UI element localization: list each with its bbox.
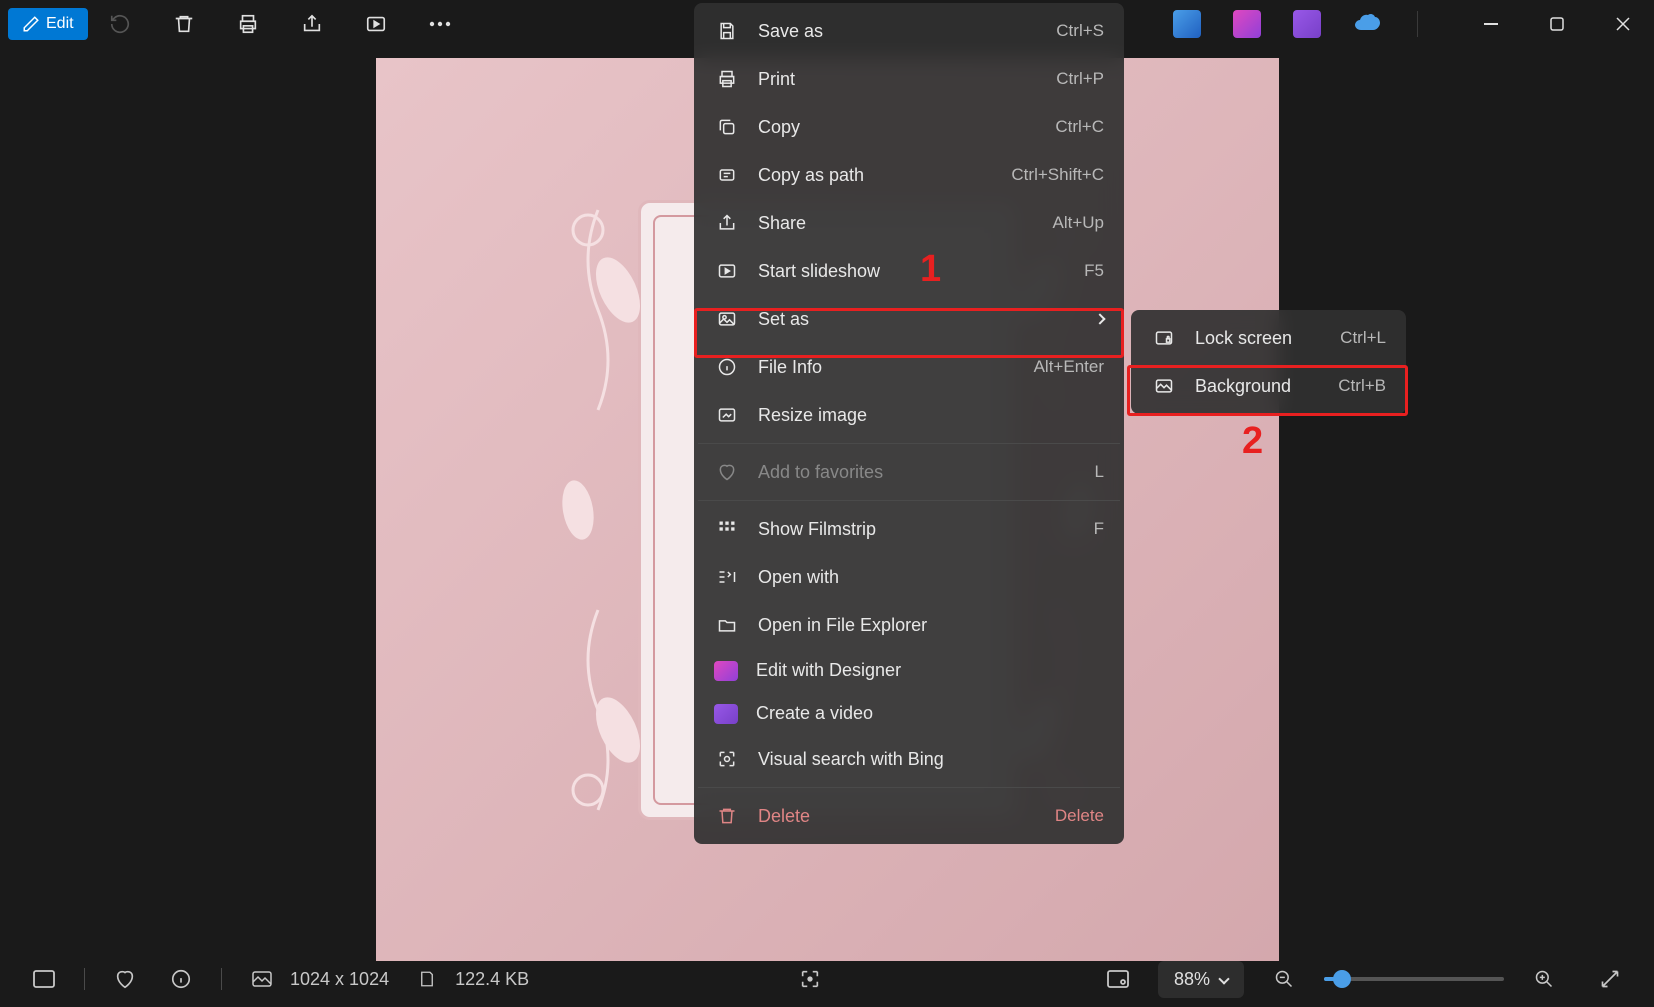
ellipsis-icon (429, 21, 451, 27)
menu-filmstrip[interactable]: Show Filmstrip F (698, 505, 1120, 553)
menu-share[interactable]: Share Alt+Up (698, 199, 1120, 247)
zoom-select[interactable]: 88% (1158, 961, 1244, 998)
chevron-right-icon (1094, 313, 1105, 324)
dimensions-text: 1024 x 1024 (290, 969, 389, 990)
rotate-button[interactable] (100, 4, 140, 44)
dimensions-icon (244, 961, 280, 997)
context-menu: Save as Ctrl+S Print Ctrl+P Copy Ctrl+C … (694, 3, 1124, 844)
menu-create-video[interactable]: Create a video (698, 692, 1120, 735)
onedrive-icon[interactable] (1353, 12, 1381, 37)
play-icon (365, 13, 387, 35)
divider (84, 968, 85, 990)
filesize-icon (409, 961, 445, 997)
rotate-icon (109, 13, 131, 35)
zoom-thumb[interactable] (1333, 970, 1351, 988)
share-toolbar-button[interactable] (292, 4, 332, 44)
zoom-slider[interactable] (1324, 977, 1504, 981)
edit-label: Edit (46, 15, 74, 33)
statusbar: 1024 x 1024 122.4 KB 88% (0, 951, 1654, 1007)
menu-favorites[interactable]: Add to favorites L (698, 448, 1120, 496)
print-toolbar-button[interactable] (228, 4, 268, 44)
maximize-icon (1550, 17, 1564, 31)
menu-print[interactable]: Print Ctrl+P (698, 55, 1120, 103)
filesize-text: 122.4 KB (455, 969, 529, 990)
menu-divider (698, 500, 1120, 501)
slideshow-toolbar-button[interactable] (356, 4, 396, 44)
edit-button[interactable]: Edit (8, 8, 88, 40)
submenu-background[interactable]: Background Ctrl+B (1135, 362, 1402, 410)
zoom-in-button[interactable] (1526, 961, 1562, 997)
resize-icon (714, 402, 740, 428)
designer-app-icon[interactable] (1233, 10, 1261, 38)
edit-icon (22, 15, 40, 33)
chevron-down-icon (1218, 973, 1229, 984)
photos-app-icon[interactable] (1173, 10, 1201, 38)
menu-open-with[interactable]: Open with (698, 553, 1120, 601)
maximize-button[interactable] (1534, 4, 1580, 44)
menu-divider (698, 787, 1120, 788)
clipchamp-app-icon[interactable] (1293, 10, 1321, 38)
menu-edit-designer[interactable]: Edit with Designer (698, 649, 1120, 692)
lock-icon (1151, 325, 1177, 351)
menu-visual-search[interactable]: Visual search with Bing (698, 735, 1120, 783)
copy-icon (714, 114, 740, 140)
delete-toolbar-button[interactable] (164, 4, 204, 44)
print-icon (714, 66, 740, 92)
menu-file-info[interactable]: File Info Alt+Enter (698, 343, 1120, 391)
save-icon (714, 18, 740, 44)
menu-open-explorer[interactable]: Open in File Explorer (698, 601, 1120, 649)
menu-divider (698, 443, 1120, 444)
menu-delete[interactable]: Delete Delete (698, 792, 1120, 840)
set-as-icon (714, 306, 740, 332)
printer-icon (237, 13, 259, 35)
filmstrip-icon (714, 516, 740, 542)
minimize-button[interactable] (1468, 4, 1514, 44)
menu-copy[interactable]: Copy Ctrl+C (698, 103, 1120, 151)
close-icon (1616, 17, 1630, 31)
share-icon (301, 13, 323, 35)
background-icon (1151, 373, 1177, 399)
menu-resize[interactable]: Resize image (698, 391, 1120, 439)
favorite-status-button[interactable] (107, 961, 143, 997)
film-status-button[interactable] (26, 961, 62, 997)
zoom-out-button[interactable] (1266, 961, 1302, 997)
minimize-icon (1484, 23, 1498, 25)
menu-slideshow[interactable]: Start slideshow F5 (698, 247, 1120, 295)
info-status-button[interactable] (163, 961, 199, 997)
menu-save-as[interactable]: Save as Ctrl+S (698, 7, 1120, 55)
open-with-icon (714, 564, 740, 590)
copy-path-icon (714, 162, 740, 188)
trash-icon (173, 13, 195, 35)
more-button[interactable] (420, 4, 460, 44)
fit-button[interactable] (1100, 961, 1136, 997)
visual-search-icon (714, 746, 740, 772)
folder-icon (714, 612, 740, 638)
slideshow-icon (714, 258, 740, 284)
trash-menu-icon (714, 803, 740, 829)
zoom-value: 88% (1174, 969, 1210, 990)
share-menu-icon (714, 210, 740, 236)
heart-icon (714, 459, 740, 485)
set-as-submenu: Lock screen Ctrl+L Background Ctrl+B (1131, 310, 1406, 414)
fullscreen-button[interactable] (1592, 961, 1628, 997)
designer-icon (714, 661, 738, 681)
menu-set-as[interactable]: Set as (698, 295, 1120, 343)
close-button[interactable] (1600, 4, 1646, 44)
divider (1417, 11, 1418, 37)
divider (221, 968, 222, 990)
menu-copy-path[interactable]: Copy as path Ctrl+Shift+C (698, 151, 1120, 199)
info-icon (714, 354, 740, 380)
scan-button[interactable] (792, 961, 828, 997)
submenu-lock-screen[interactable]: Lock screen Ctrl+L (1135, 314, 1402, 362)
video-icon (714, 704, 738, 724)
